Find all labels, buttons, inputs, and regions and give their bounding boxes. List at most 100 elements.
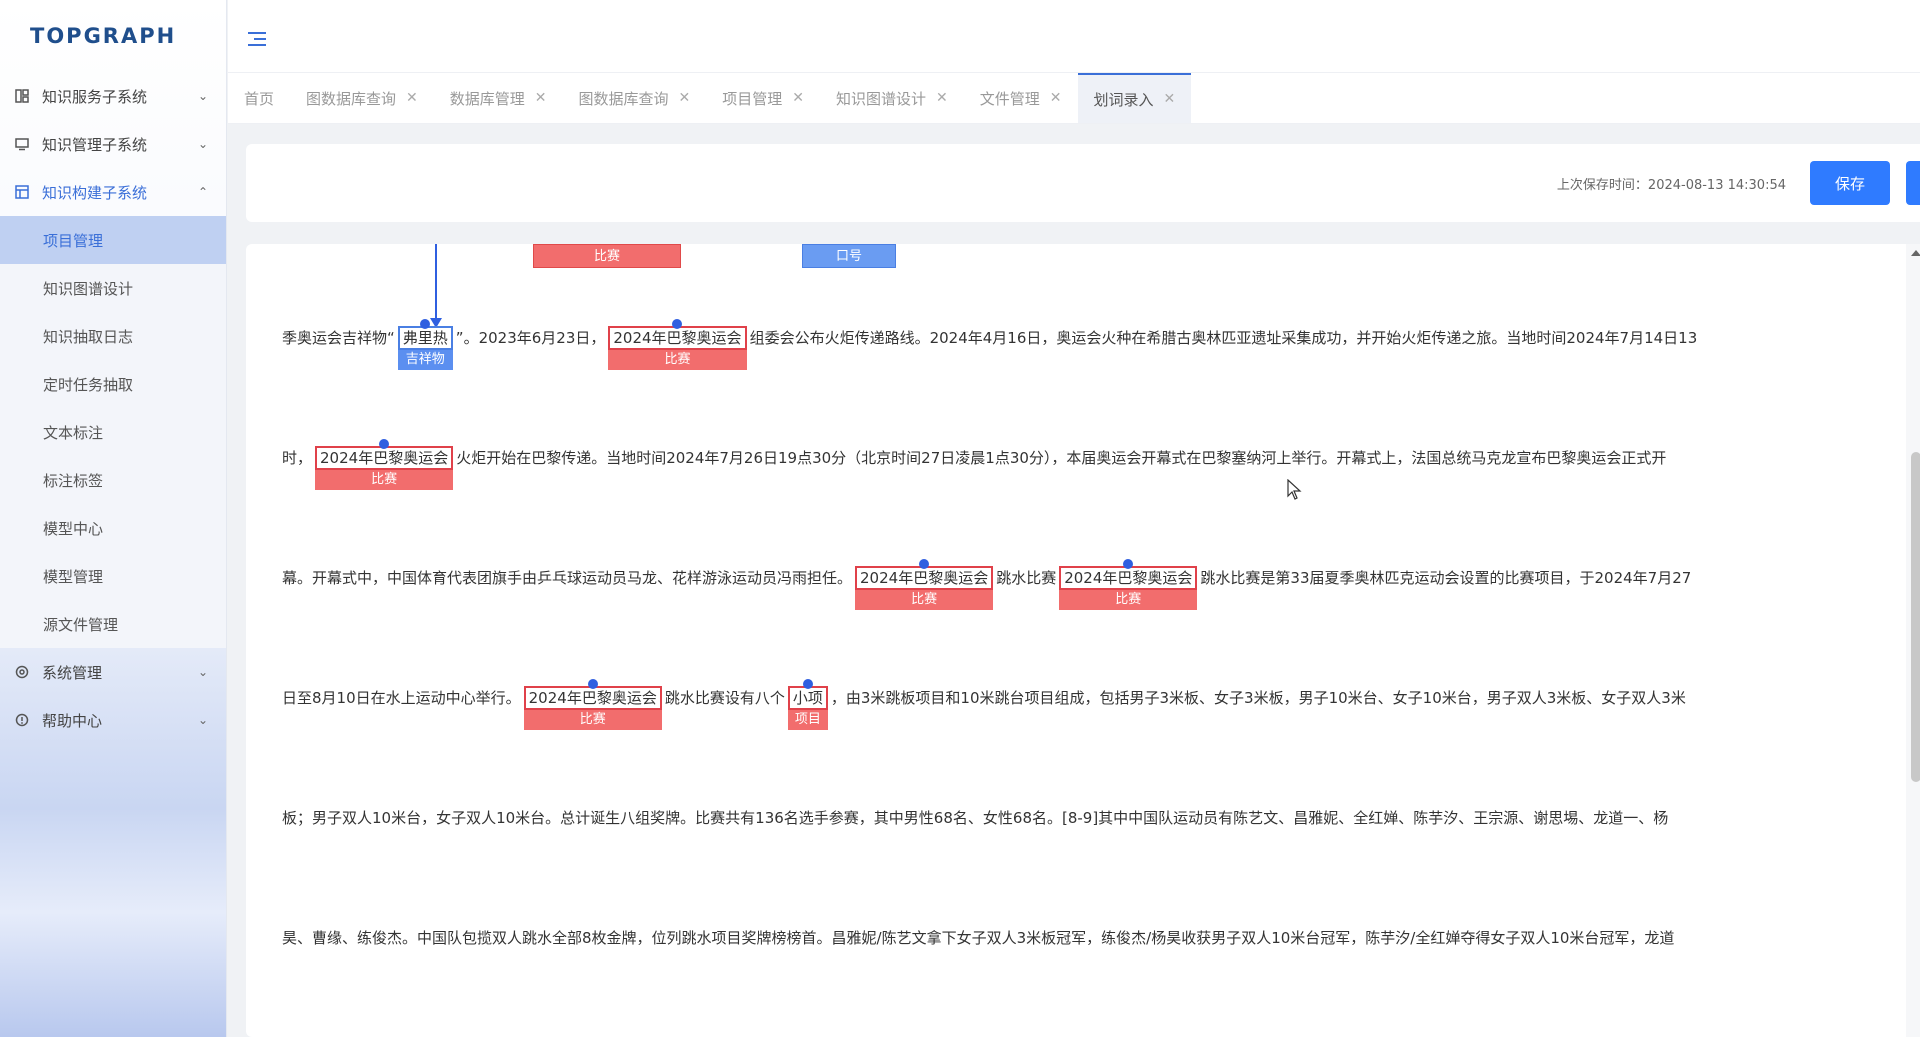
- entity-tag: 比赛: [608, 350, 747, 370]
- entity-tag: 项目: [787, 710, 828, 730]
- text-line: 季奥运会吉祥物“ 弗里热 吉祥物 ”。2023年6月23日， 2024年巴黎奥运会 比赛组…: [282, 319, 1698, 370]
- entity-text: 2024年巴黎奥运会: [613, 329, 742, 347]
- sidebar-item-scheduled-extraction[interactable]: 定时任务抽取: [0, 360, 226, 408]
- relation-anchor-dot[interactable]: [919, 559, 930, 569]
- tab-graph-db-query[interactable]: 图数据库查询 ✕: [290, 73, 434, 123]
- more-button[interactable]: [1906, 161, 1920, 205]
- monitor-icon: [14, 136, 30, 152]
- entity-text: 2024年巴黎奥运会: [860, 569, 989, 587]
- sidebar-item-text-annotation[interactable]: 文本标注: [0, 408, 226, 456]
- close-icon[interactable]: ✕: [1050, 90, 1062, 106]
- layout-icon: [14, 184, 30, 200]
- entity-text: 2024年巴黎奥运会: [1064, 569, 1193, 587]
- sidebar: TOPGRAPH 知识服务子系统 ⌄ 知识管理子系统 ⌄ 知识构建子系统 ⌃ 项…: [0, 0, 227, 1037]
- entity-tag: 比赛: [855, 590, 994, 610]
- sidebar-item-model-center[interactable]: 模型中心: [0, 504, 226, 552]
- entity-event[interactable]: 2024年巴黎奥运会 比赛: [855, 559, 994, 610]
- collapse-menu-icon[interactable]: [248, 32, 266, 46]
- tab-label: 图数据库查询: [306, 89, 397, 108]
- menu-group-label: 知识构建子系统: [42, 183, 148, 202]
- text-segment: 跳水比赛是第33届夏季奥林匹克运动会设置的比赛项目，于2024年7月27: [1200, 569, 1692, 587]
- sidebar-item-graph-design[interactable]: 知识图谱设计: [0, 264, 226, 312]
- menu-group-knowledge-management[interactable]: 知识管理子系统 ⌄: [0, 120, 226, 168]
- help-icon: [14, 712, 30, 728]
- tab-label: 知识图谱设计: [836, 89, 927, 108]
- grid-icon: [14, 88, 30, 104]
- chevron-down-icon: ⌄: [197, 137, 208, 151]
- entity-item[interactable]: 小项 项目: [787, 679, 828, 730]
- menu-group-system-management[interactable]: 系统管理 ⌄: [0, 648, 226, 696]
- scroll-up-icon[interactable]: [1911, 250, 1920, 256]
- tab-word-entry[interactable]: 划词录入 ✕: [1077, 73, 1192, 123]
- save-button[interactable]: 保存: [1810, 161, 1890, 205]
- entity-text: 2024年巴黎奥运会: [528, 689, 657, 707]
- text-line: 时， 2024年巴黎奥运会 比赛 火炬开始在巴黎传递。当地时间2024年7月26日19…: [282, 439, 1666, 490]
- entity-text: 2024年巴黎奥运会: [320, 449, 449, 467]
- relation-anchor-dot[interactable]: [672, 319, 683, 329]
- entity-event[interactable]: 2024年巴黎奥运会 比赛: [315, 439, 454, 490]
- menu-group-label: 系统管理: [42, 663, 103, 682]
- sidebar-item-annotation-labels[interactable]: 标注标签: [0, 456, 226, 504]
- app-logo: TOPGRAPH: [30, 24, 177, 48]
- sidebar-item-extraction-log[interactable]: 知识抽取日志: [0, 312, 226, 360]
- entity-event[interactable]: 2024年巴黎奥运会 比赛: [608, 319, 747, 370]
- entity-tag[interactable]: 口号: [802, 244, 896, 268]
- relation-anchor-dot[interactable]: [420, 319, 431, 329]
- text-segment: 日至8月10日在水上运动中心举行。: [282, 689, 521, 707]
- chevron-up-icon: ⌃: [197, 185, 208, 199]
- text-segment: 跳水比赛设有八个: [664, 689, 785, 707]
- menu-group-label: 知识服务子系统: [42, 87, 148, 106]
- tab-home[interactable]: 首页: [228, 73, 290, 123]
- relation-anchor-dot[interactable]: [1123, 559, 1134, 569]
- text-line: 幕。开幕式中，中国体育代表团旗手由乒乓球运动员马龙、花样游泳运动员冯雨担任。 20…: [282, 559, 1692, 610]
- relation-arrow-line: [435, 244, 437, 322]
- chevron-down-icon: ⌄: [197, 665, 208, 679]
- mouse-cursor-icon: [1287, 479, 1302, 500]
- relation-anchor-dot[interactable]: [802, 679, 813, 689]
- close-icon[interactable]: ✕: [406, 90, 418, 106]
- chevron-down-icon: ⌄: [197, 713, 208, 727]
- tab-label: 文件管理: [979, 89, 1040, 108]
- text-line: 日至8月10日在水上运动中心举行。 2024年巴黎奥运会 比赛 跳水比赛设有八个 小项项…: [282, 679, 1686, 730]
- entity-tag: 比赛: [1059, 590, 1198, 610]
- tab-label: 划词录入: [1093, 90, 1154, 109]
- close-icon[interactable]: ✕: [1164, 91, 1176, 107]
- tab-label: 图数据库查询: [578, 89, 669, 108]
- sidebar-item-project-management[interactable]: 项目管理: [0, 216, 226, 264]
- menu-group-knowledge-service[interactable]: 知识服务子系统 ⌄: [0, 72, 226, 120]
- close-icon[interactable]: ✕: [535, 90, 547, 106]
- entity-tag[interactable]: 比赛: [533, 244, 681, 268]
- scroll-thumb[interactable]: [1911, 452, 1920, 782]
- menu-group-help-center[interactable]: 帮助中心 ⌄: [0, 696, 226, 744]
- close-icon[interactable]: ✕: [679, 90, 691, 106]
- tab-graph-db-query-2[interactable]: 图数据库查询 ✕: [563, 73, 707, 123]
- sidebar-item-source-files[interactable]: 源文件管理: [0, 600, 226, 648]
- tab-graph-design[interactable]: 知识图谱设计 ✕: [820, 73, 964, 123]
- text-segment: 组委会公布火炬传递路线。2024年4月16日，奥运会火种在希腊古奥林匹亚遗址采集…: [749, 329, 1698, 347]
- text-segment: ”。2023年6月23日，: [455, 329, 606, 347]
- settings-icon: [14, 664, 30, 680]
- tab-file-management[interactable]: 文件管理 ✕: [964, 73, 1078, 123]
- entity-event[interactable]: 2024年巴黎奥运会 比赛: [523, 679, 662, 730]
- tab-project-management[interactable]: 项目管理 ✕: [706, 73, 820, 123]
- entity-mascot[interactable]: 弗里热 吉祥物: [397, 319, 453, 370]
- menu-group-knowledge-construction[interactable]: 知识构建子系统 ⌃: [0, 168, 226, 216]
- tab-db-management[interactable]: 数据库管理 ✕: [434, 73, 563, 123]
- text-line: 板；男子双人10米台，女子双人10米台。总计诞生八组奖牌。比赛共有136名选手参…: [282, 809, 1669, 827]
- close-icon[interactable]: ✕: [936, 90, 948, 106]
- text-segment: ，由3米跳板项目和10米跳台项目组成，包括男子3米板、女子3米板，男子10米台、…: [830, 689, 1686, 707]
- text-segment: 跳水比赛: [996, 569, 1057, 587]
- close-icon[interactable]: ✕: [792, 90, 804, 106]
- entity-text: 弗里热: [402, 329, 448, 347]
- annotation-editor[interactable]: 比赛 口号 季奥运会吉祥物“ 弗里热 吉祥物 ”。2023年6月23日， 2024年巴黎…: [246, 244, 1920, 1037]
- tab-label: 项目管理: [722, 89, 783, 108]
- text-segment: 季奥运会吉祥物“: [282, 329, 395, 347]
- tab-label: 数据库管理: [449, 89, 525, 108]
- vertical-scrollbar[interactable]: [1906, 244, 1920, 1037]
- entity-tag: 比赛: [523, 710, 662, 730]
- sidebar-item-model-management[interactable]: 模型管理: [0, 552, 226, 600]
- relation-anchor-dot[interactable]: [379, 439, 390, 449]
- relation-anchor-dot[interactable]: [587, 679, 598, 689]
- tab-bar: 首页 图数据库查询 ✕ 数据库管理 ✕ 图数据库查询 ✕ 项目管理 ✕ 知识图谱设计 ✕ …: [228, 72, 1920, 124]
- entity-event[interactable]: 2024年巴黎奥运会 比赛: [1059, 559, 1198, 610]
